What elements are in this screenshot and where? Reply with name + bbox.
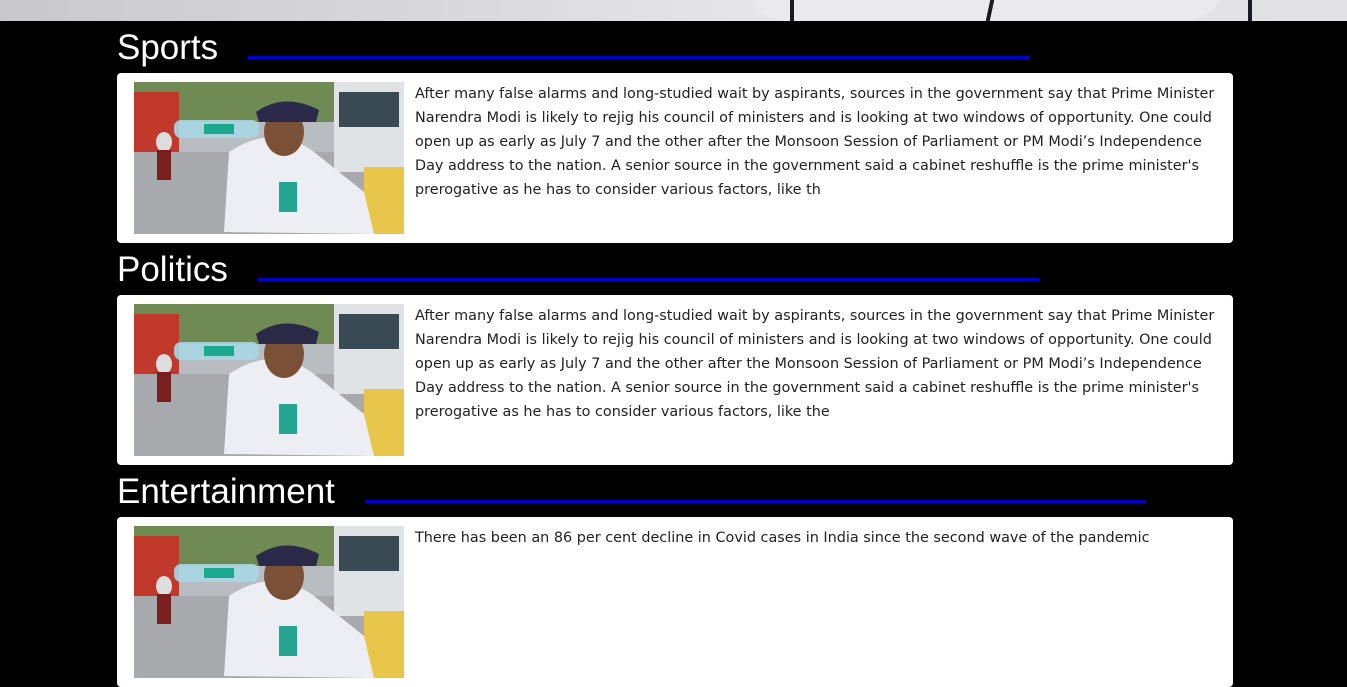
section-divider [365, 500, 1146, 503]
hero-figure [745, 0, 1225, 21]
hero-strap [1248, 0, 1252, 21]
section-title: Politics [117, 250, 228, 289]
article-thumbnail[interactable] [134, 304, 404, 456]
article-excerpt: There has been an 86 per cent decline in… [415, 530, 1150, 546]
article-image [134, 526, 404, 678]
section-header-politics: Politics [117, 243, 1233, 295]
article-image [134, 304, 404, 456]
hero-strap [790, 0, 794, 21]
section-header-sports: Sports [117, 21, 1233, 73]
article-thumbnail[interactable] [134, 82, 404, 234]
section-divider [248, 56, 1029, 59]
article-thumbnail[interactable] [134, 526, 404, 678]
article-excerpt: After many false alarms and long-studied… [415, 308, 1215, 420]
article-image [134, 82, 404, 234]
article-card[interactable]: There has been an 86 per cent decline in… [117, 517, 1233, 687]
section-title: Sports [117, 28, 219, 67]
article-card[interactable]: After many false alarms and long-studied… [117, 295, 1233, 465]
article-card[interactable]: After many false alarms and long-studied… [117, 73, 1233, 243]
section-header-entertainment: Entertainment [117, 465, 1233, 517]
section-title: Entertainment [117, 472, 335, 511]
news-feed: Sports After many false alarms and long-… [117, 21, 1233, 687]
section-divider [257, 278, 1039, 281]
hero-image-strip [0, 0, 1347, 21]
article-excerpt: After many false alarms and long-studied… [415, 86, 1215, 198]
